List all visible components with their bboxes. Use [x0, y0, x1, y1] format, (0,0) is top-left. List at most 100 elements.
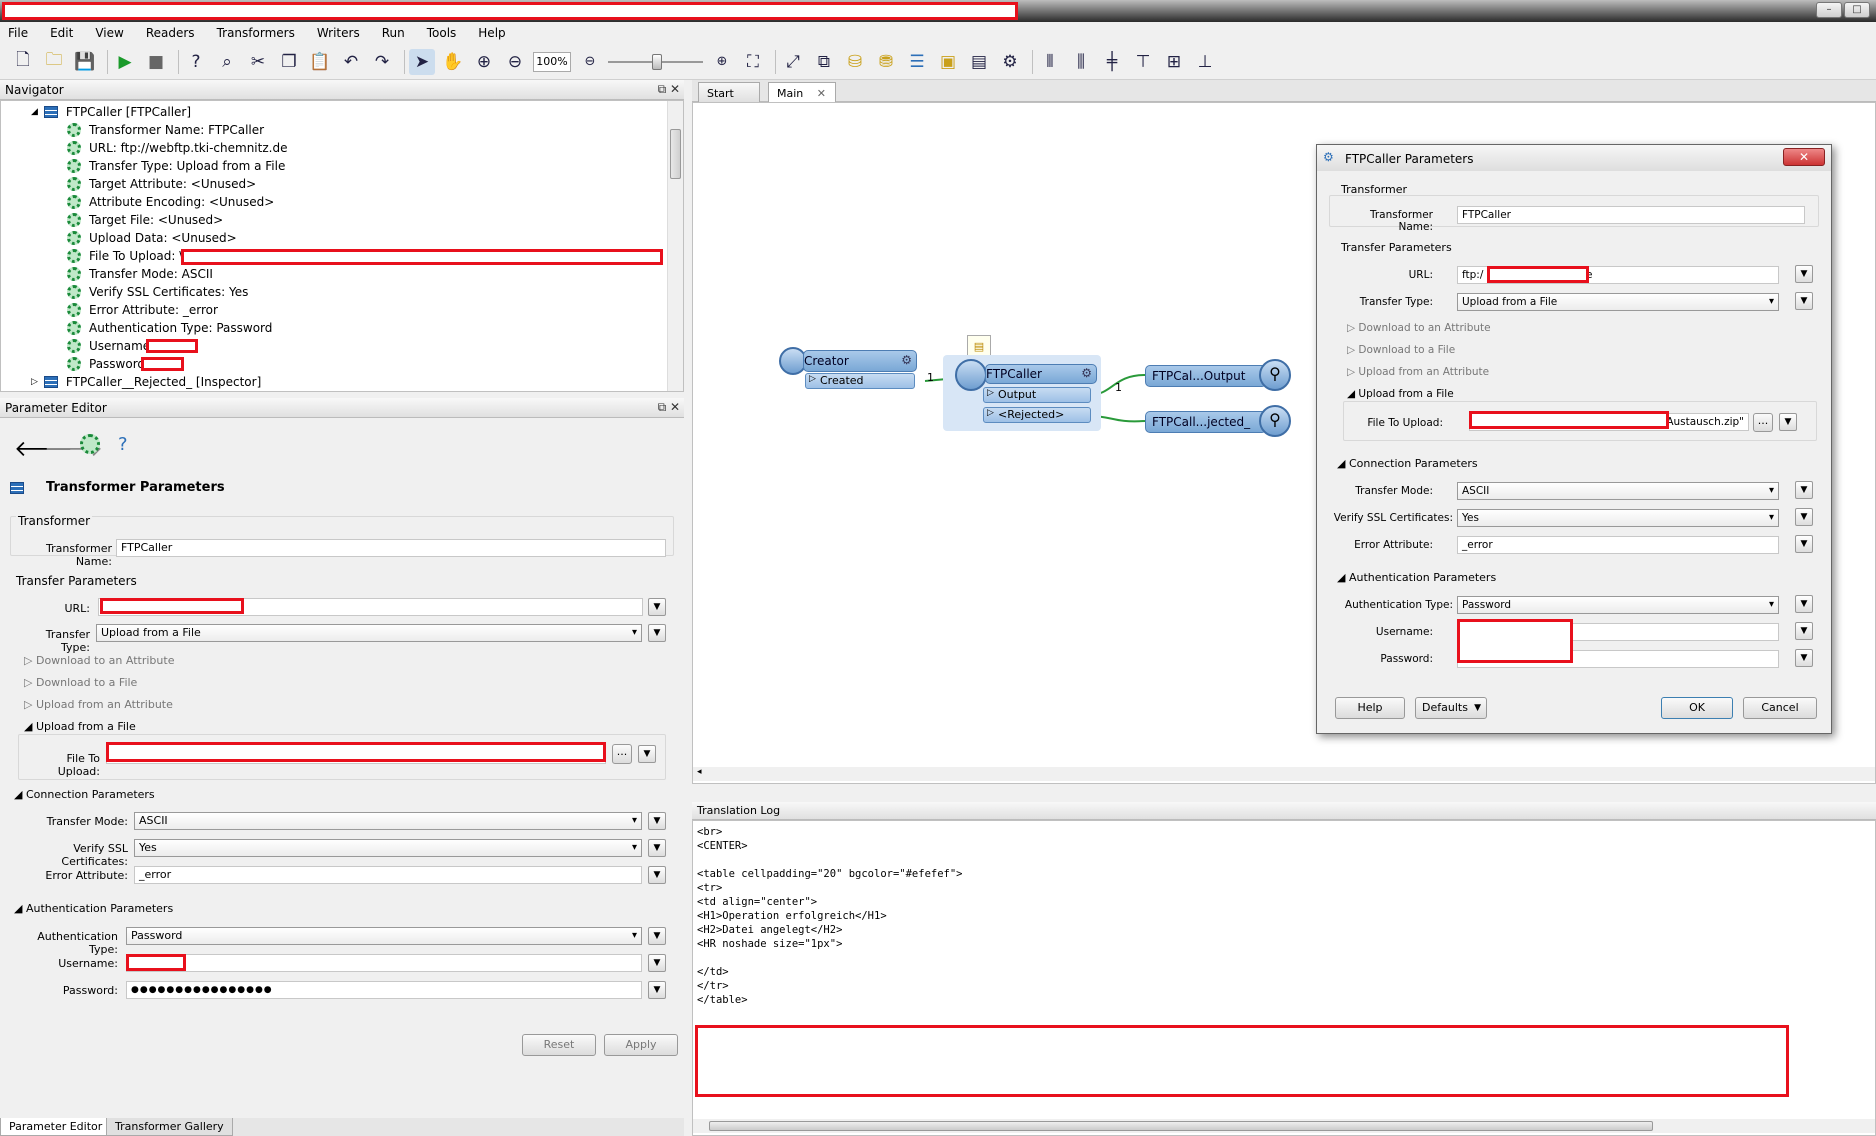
- file-menu-button[interactable]: ▼: [638, 745, 656, 763]
- output-port[interactable]: Output: [983, 387, 1091, 403]
- panel-float-close-icons[interactable]: ⧉ ✕: [658, 82, 680, 97]
- transformer-name-input[interactable]: FTPCaller: [116, 539, 666, 557]
- menu-file[interactable]: File: [8, 26, 28, 40]
- tree-item[interactable]: Verify SSL Certificates: Yes: [67, 283, 248, 301]
- transfer-type-menu-button[interactable]: ▼: [648, 624, 666, 642]
- run-icon[interactable]: ▶: [112, 49, 138, 75]
- error-attribute-input[interactable]: _error: [134, 866, 642, 884]
- add-transformer-icon[interactable]: ☰: [904, 49, 930, 75]
- url-menu-button[interactable]: ▼: [648, 598, 666, 616]
- navigator-scrollbar[interactable]: [667, 101, 683, 391]
- pan-hand-icon[interactable]: ✋: [440, 49, 466, 75]
- add-reader-icon[interactable]: ⛁: [842, 49, 868, 75]
- created-port[interactable]: Created: [805, 373, 915, 389]
- maximize-button[interactable]: □: [1844, 2, 1870, 18]
- stop-icon[interactable]: ■: [143, 49, 169, 75]
- tree-item[interactable]: Target File: <Unused>: [67, 211, 223, 229]
- password-menu-button[interactable]: ▼: [1795, 649, 1813, 667]
- zoom-in-icon[interactable]: ⊕: [471, 49, 497, 75]
- help-button[interactable]: Help: [1335, 697, 1405, 719]
- inspector-magnifier-icon[interactable]: ⚲: [1259, 405, 1291, 437]
- auth-type-menu-button[interactable]: ▼: [648, 927, 666, 945]
- zoom-slider[interactable]: [608, 52, 703, 72]
- section-connection[interactable]: ◢ Connection Parameters: [14, 788, 155, 801]
- panel-float-close-icons[interactable]: ⧉ ✕: [658, 400, 680, 415]
- zoom-level-field[interactable]: 100%: [533, 51, 571, 72]
- inspector-output-node[interactable]: FTPCal...Output: [1145, 365, 1267, 387]
- collapsed-upload-attribute[interactable]: ▷ Upload from an Attribute: [1347, 366, 1489, 378]
- translation-log[interactable]: <br> <CENTER> <table cellpadding="20" bg…: [692, 820, 1876, 1136]
- expanded-upload-file[interactable]: ◢ Upload from a File: [1347, 388, 1454, 400]
- zoom-selection-icon[interactable]: ⧉: [811, 49, 837, 75]
- auth-type-menu-button[interactable]: ▼: [1795, 595, 1813, 613]
- zoom-plus-icon[interactable]: ⊕: [709, 49, 735, 75]
- username-menu-button[interactable]: ▼: [1795, 622, 1813, 640]
- verify-ssl-menu-button[interactable]: ▼: [648, 839, 666, 857]
- apply-button[interactable]: Apply: [604, 1034, 678, 1056]
- save-icon[interactable]: 💾: [72, 49, 98, 75]
- collapsed-download-attribute[interactable]: ▷ Download to an Attribute: [24, 654, 174, 667]
- zoom-fit-icon[interactable]: ⛶: [740, 49, 766, 75]
- copy-icon[interactable]: ❐: [276, 49, 302, 75]
- collapsed-upload-attribute[interactable]: ▷ Upload from an Attribute: [24, 698, 173, 711]
- collapsed-download-attribute[interactable]: ▷ Download to an Attribute: [1347, 322, 1491, 334]
- defaults-button[interactable]: Defaults ▼: [1415, 697, 1487, 719]
- auth-type-select[interactable]: Password: [1457, 596, 1779, 614]
- align-center-icon[interactable]: ⫼: [1068, 49, 1094, 75]
- tab-parameter-editor[interactable]: Parameter Editor: [0, 1118, 112, 1136]
- rejected-port[interactable]: <Rejected>: [983, 407, 1091, 423]
- zoom-minus-icon[interactable]: ⊖: [577, 49, 603, 75]
- ftpcaller-icon[interactable]: [955, 359, 987, 391]
- error-attribute-menu-button[interactable]: ▼: [1795, 535, 1813, 553]
- select-pointer-icon[interactable]: ➤: [409, 48, 435, 75]
- error-attribute-input[interactable]: _error: [1457, 536, 1779, 554]
- file-menu-button[interactable]: ▼: [1779, 413, 1797, 431]
- browse-button[interactable]: ...: [612, 744, 632, 764]
- redo-icon[interactable]: ↷: [369, 49, 395, 75]
- creator-node[interactable]: Creator ⚙: [803, 350, 917, 372]
- open-folder-icon[interactable]: 🗀: [41, 49, 67, 75]
- cancel-button[interactable]: Cancel: [1743, 697, 1817, 719]
- password-menu-button[interactable]: ▼: [648, 981, 666, 999]
- inspector-icon[interactable]: ⚙: [997, 49, 1023, 75]
- tree-item[interactable]: File To Upload: \\: [67, 247, 187, 265]
- menu-help[interactable]: Help: [478, 26, 505, 40]
- find-icon[interactable]: ⌕: [214, 49, 240, 75]
- menu-view[interactable]: View: [95, 26, 123, 40]
- inspector-rejected-node[interactable]: FTPCall...jected_: [1145, 411, 1267, 433]
- help-icon[interactable]: ?: [183, 49, 209, 75]
- undo-icon[interactable]: ↶: [338, 49, 364, 75]
- align-left-icon[interactable]: ⫴: [1037, 49, 1063, 75]
- transfer-type-select[interactable]: Upload from a File: [96, 624, 642, 642]
- minimize-button[interactable]: –: [1816, 2, 1842, 18]
- tab-transformer-gallery[interactable]: Transformer Gallery: [106, 1118, 233, 1136]
- menu-tools[interactable]: Tools: [427, 26, 457, 40]
- transformer-name-input[interactable]: FTPCaller: [1457, 206, 1805, 224]
- verify-ssl-select[interactable]: Yes: [1457, 509, 1779, 527]
- tree-item[interactable]: Upload Data: <Unused>: [67, 229, 237, 247]
- tree-item[interactable]: Password:: [67, 355, 149, 373]
- menu-run[interactable]: Run: [382, 26, 405, 40]
- url-menu-button[interactable]: ▼: [1795, 265, 1813, 283]
- ftpcaller-node[interactable]: FTPCaller ⚙: [985, 364, 1097, 384]
- menu-readers[interactable]: Readers: [146, 26, 195, 40]
- tree-item[interactable]: URL: ftp://webftp.tki-chemnitz.de: [67, 139, 287, 157]
- tree-item[interactable]: Transfer Mode: ASCII: [67, 265, 213, 283]
- username-input[interactable]: [126, 954, 642, 972]
- error-attribute-menu-button[interactable]: ▼: [648, 866, 666, 884]
- section-auth[interactable]: ◢ Authentication Parameters: [14, 902, 173, 915]
- menu-writers[interactable]: Writers: [317, 26, 360, 40]
- tab-main[interactable]: Main ✕: [768, 82, 836, 102]
- collapsed-download-file[interactable]: ▷ Download to a File: [1347, 344, 1455, 356]
- tree-item[interactable]: Target Attribute: <Unused>: [67, 175, 256, 193]
- browse-button[interactable]: ...: [1753, 413, 1773, 432]
- transfer-mode-menu-button[interactable]: ▼: [1795, 481, 1813, 499]
- password-input[interactable]: ●●●●●●●●●●●●●●●●: [126, 981, 642, 999]
- tree-item-rejected[interactable]: ▷ FTPCaller__Rejected_ [Inspector]: [31, 373, 261, 391]
- inspector-magnifier-icon[interactable]: ⚲: [1259, 359, 1291, 391]
- dialog-close-button[interactable]: ✕: [1783, 148, 1825, 166]
- align-bottom-icon[interactable]: ⊥: [1192, 49, 1218, 75]
- add-writer-icon[interactable]: ⛃: [873, 49, 899, 75]
- add-bookmark-icon[interactable]: ▣: [935, 49, 961, 75]
- align-right-icon[interactable]: ╪: [1099, 49, 1125, 75]
